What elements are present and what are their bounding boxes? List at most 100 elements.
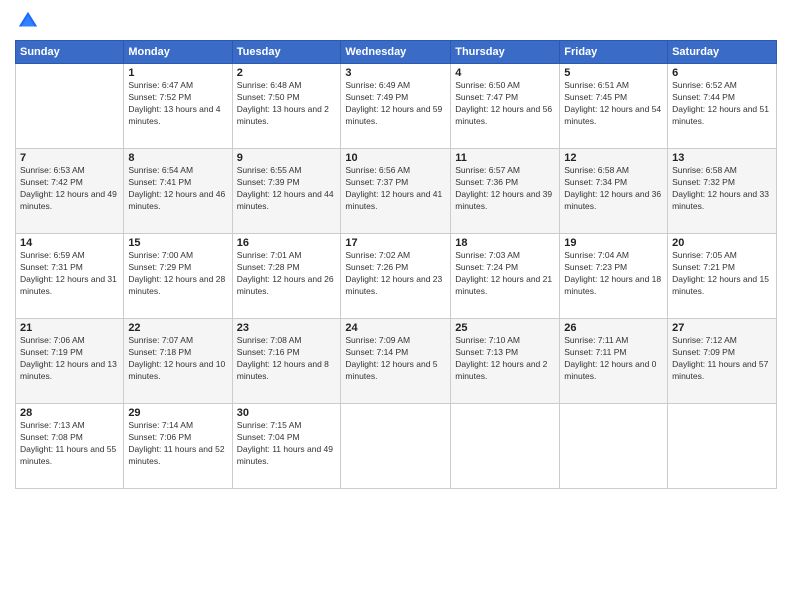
day-number: 24 bbox=[345, 322, 446, 334]
day-number: 13 bbox=[672, 152, 772, 164]
day-info: Sunrise: 6:49 AM Sunset: 7:49 PM Dayligh… bbox=[345, 80, 446, 128]
calendar-cell: 17Sunrise: 7:02 AM Sunset: 7:26 PM Dayli… bbox=[341, 234, 451, 319]
day-number: 18 bbox=[455, 237, 555, 249]
day-number: 20 bbox=[672, 237, 772, 249]
day-number: 15 bbox=[128, 237, 227, 249]
calendar-cell: 10Sunrise: 6:56 AM Sunset: 7:37 PM Dayli… bbox=[341, 149, 451, 234]
calendar-cell: 2Sunrise: 6:48 AM Sunset: 7:50 PM Daylig… bbox=[232, 64, 341, 149]
day-info: Sunrise: 7:09 AM Sunset: 7:14 PM Dayligh… bbox=[345, 335, 446, 383]
day-number: 4 bbox=[455, 67, 555, 79]
day-info: Sunrise: 7:10 AM Sunset: 7:13 PM Dayligh… bbox=[455, 335, 555, 383]
day-number: 3 bbox=[345, 67, 446, 79]
day-number: 12 bbox=[564, 152, 663, 164]
day-number: 25 bbox=[455, 322, 555, 334]
day-info: Sunrise: 7:13 AM Sunset: 7:08 PM Dayligh… bbox=[20, 420, 119, 468]
weekday-header-wednesday: Wednesday bbox=[341, 41, 451, 64]
day-number: 23 bbox=[237, 322, 337, 334]
day-info: Sunrise: 7:06 AM Sunset: 7:19 PM Dayligh… bbox=[20, 335, 119, 383]
day-info: Sunrise: 7:15 AM Sunset: 7:04 PM Dayligh… bbox=[237, 420, 337, 468]
calendar-week-row: 28Sunrise: 7:13 AM Sunset: 7:08 PM Dayli… bbox=[16, 404, 777, 489]
day-info: Sunrise: 6:47 AM Sunset: 7:52 PM Dayligh… bbox=[128, 80, 227, 128]
day-info: Sunrise: 6:59 AM Sunset: 7:31 PM Dayligh… bbox=[20, 250, 119, 298]
calendar-cell: 5Sunrise: 6:51 AM Sunset: 7:45 PM Daylig… bbox=[560, 64, 668, 149]
weekday-header-tuesday: Tuesday bbox=[232, 41, 341, 64]
day-number: 30 bbox=[237, 407, 337, 419]
calendar-cell bbox=[668, 404, 777, 489]
calendar-cell: 7Sunrise: 6:53 AM Sunset: 7:42 PM Daylig… bbox=[16, 149, 124, 234]
day-info: Sunrise: 7:11 AM Sunset: 7:11 PM Dayligh… bbox=[564, 335, 663, 383]
calendar-cell: 15Sunrise: 7:00 AM Sunset: 7:29 PM Dayli… bbox=[124, 234, 232, 319]
day-number: 29 bbox=[128, 407, 227, 419]
day-info: Sunrise: 6:58 AM Sunset: 7:32 PM Dayligh… bbox=[672, 165, 772, 213]
day-number: 9 bbox=[237, 152, 337, 164]
day-info: Sunrise: 7:05 AM Sunset: 7:21 PM Dayligh… bbox=[672, 250, 772, 298]
day-info: Sunrise: 6:52 AM Sunset: 7:44 PM Dayligh… bbox=[672, 80, 772, 128]
calendar-cell bbox=[451, 404, 560, 489]
day-number: 5 bbox=[564, 67, 663, 79]
calendar-cell: 30Sunrise: 7:15 AM Sunset: 7:04 PM Dayli… bbox=[232, 404, 341, 489]
day-number: 14 bbox=[20, 237, 119, 249]
day-info: Sunrise: 6:58 AM Sunset: 7:34 PM Dayligh… bbox=[564, 165, 663, 213]
day-number: 19 bbox=[564, 237, 663, 249]
calendar-week-row: 14Sunrise: 6:59 AM Sunset: 7:31 PM Dayli… bbox=[16, 234, 777, 319]
calendar-cell: 21Sunrise: 7:06 AM Sunset: 7:19 PM Dayli… bbox=[16, 319, 124, 404]
day-info: Sunrise: 7:00 AM Sunset: 7:29 PM Dayligh… bbox=[128, 250, 227, 298]
day-info: Sunrise: 7:04 AM Sunset: 7:23 PM Dayligh… bbox=[564, 250, 663, 298]
calendar-cell: 29Sunrise: 7:14 AM Sunset: 7:06 PM Dayli… bbox=[124, 404, 232, 489]
day-number: 27 bbox=[672, 322, 772, 334]
calendar-cell bbox=[16, 64, 124, 149]
page-header bbox=[15, 10, 777, 32]
day-info: Sunrise: 6:50 AM Sunset: 7:47 PM Dayligh… bbox=[455, 80, 555, 128]
day-number: 16 bbox=[237, 237, 337, 249]
calendar-header-row: SundayMondayTuesdayWednesdayThursdayFrid… bbox=[16, 41, 777, 64]
calendar-week-row: 1Sunrise: 6:47 AM Sunset: 7:52 PM Daylig… bbox=[16, 64, 777, 149]
calendar-cell: 12Sunrise: 6:58 AM Sunset: 7:34 PM Dayli… bbox=[560, 149, 668, 234]
calendar-cell: 23Sunrise: 7:08 AM Sunset: 7:16 PM Dayli… bbox=[232, 319, 341, 404]
calendar-cell: 16Sunrise: 7:01 AM Sunset: 7:28 PM Dayli… bbox=[232, 234, 341, 319]
day-info: Sunrise: 7:12 AM Sunset: 7:09 PM Dayligh… bbox=[672, 335, 772, 383]
calendar-week-row: 21Sunrise: 7:06 AM Sunset: 7:19 PM Dayli… bbox=[16, 319, 777, 404]
calendar-cell: 20Sunrise: 7:05 AM Sunset: 7:21 PM Dayli… bbox=[668, 234, 777, 319]
weekday-header-monday: Monday bbox=[124, 41, 232, 64]
day-info: Sunrise: 7:07 AM Sunset: 7:18 PM Dayligh… bbox=[128, 335, 227, 383]
calendar-cell: 24Sunrise: 7:09 AM Sunset: 7:14 PM Dayli… bbox=[341, 319, 451, 404]
calendar-cell: 1Sunrise: 6:47 AM Sunset: 7:52 PM Daylig… bbox=[124, 64, 232, 149]
calendar-cell: 3Sunrise: 6:49 AM Sunset: 7:49 PM Daylig… bbox=[341, 64, 451, 149]
day-number: 21 bbox=[20, 322, 119, 334]
day-number: 7 bbox=[20, 152, 119, 164]
weekday-header-saturday: Saturday bbox=[668, 41, 777, 64]
calendar-cell bbox=[560, 404, 668, 489]
calendar-cell: 4Sunrise: 6:50 AM Sunset: 7:47 PM Daylig… bbox=[451, 64, 560, 149]
calendar-cell: 28Sunrise: 7:13 AM Sunset: 7:08 PM Dayli… bbox=[16, 404, 124, 489]
calendar-cell: 18Sunrise: 7:03 AM Sunset: 7:24 PM Dayli… bbox=[451, 234, 560, 319]
day-info: Sunrise: 7:14 AM Sunset: 7:06 PM Dayligh… bbox=[128, 420, 227, 468]
calendar-cell bbox=[341, 404, 451, 489]
day-number: 10 bbox=[345, 152, 446, 164]
calendar-cell: 22Sunrise: 7:07 AM Sunset: 7:18 PM Dayli… bbox=[124, 319, 232, 404]
calendar-cell: 19Sunrise: 7:04 AM Sunset: 7:23 PM Dayli… bbox=[560, 234, 668, 319]
day-number: 8 bbox=[128, 152, 227, 164]
day-number: 6 bbox=[672, 67, 772, 79]
calendar-cell: 6Sunrise: 6:52 AM Sunset: 7:44 PM Daylig… bbox=[668, 64, 777, 149]
day-number: 26 bbox=[564, 322, 663, 334]
weekday-header-sunday: Sunday bbox=[16, 41, 124, 64]
calendar-cell: 11Sunrise: 6:57 AM Sunset: 7:36 PM Dayli… bbox=[451, 149, 560, 234]
day-info: Sunrise: 7:01 AM Sunset: 7:28 PM Dayligh… bbox=[237, 250, 337, 298]
day-info: Sunrise: 6:54 AM Sunset: 7:41 PM Dayligh… bbox=[128, 165, 227, 213]
calendar-cell: 26Sunrise: 7:11 AM Sunset: 7:11 PM Dayli… bbox=[560, 319, 668, 404]
calendar-week-row: 7Sunrise: 6:53 AM Sunset: 7:42 PM Daylig… bbox=[16, 149, 777, 234]
logo bbox=[15, 10, 41, 32]
calendar-cell: 27Sunrise: 7:12 AM Sunset: 7:09 PM Dayli… bbox=[668, 319, 777, 404]
day-number: 28 bbox=[20, 407, 119, 419]
day-number: 22 bbox=[128, 322, 227, 334]
day-info: Sunrise: 6:57 AM Sunset: 7:36 PM Dayligh… bbox=[455, 165, 555, 213]
calendar-cell: 13Sunrise: 6:58 AM Sunset: 7:32 PM Dayli… bbox=[668, 149, 777, 234]
calendar-cell: 8Sunrise: 6:54 AM Sunset: 7:41 PM Daylig… bbox=[124, 149, 232, 234]
calendar-cell: 25Sunrise: 7:10 AM Sunset: 7:13 PM Dayli… bbox=[451, 319, 560, 404]
day-number: 11 bbox=[455, 152, 555, 164]
calendar-cell: 14Sunrise: 6:59 AM Sunset: 7:31 PM Dayli… bbox=[16, 234, 124, 319]
day-number: 2 bbox=[237, 67, 337, 79]
day-info: Sunrise: 6:55 AM Sunset: 7:39 PM Dayligh… bbox=[237, 165, 337, 213]
day-info: Sunrise: 7:08 AM Sunset: 7:16 PM Dayligh… bbox=[237, 335, 337, 383]
calendar-table: SundayMondayTuesdayWednesdayThursdayFrid… bbox=[15, 40, 777, 489]
